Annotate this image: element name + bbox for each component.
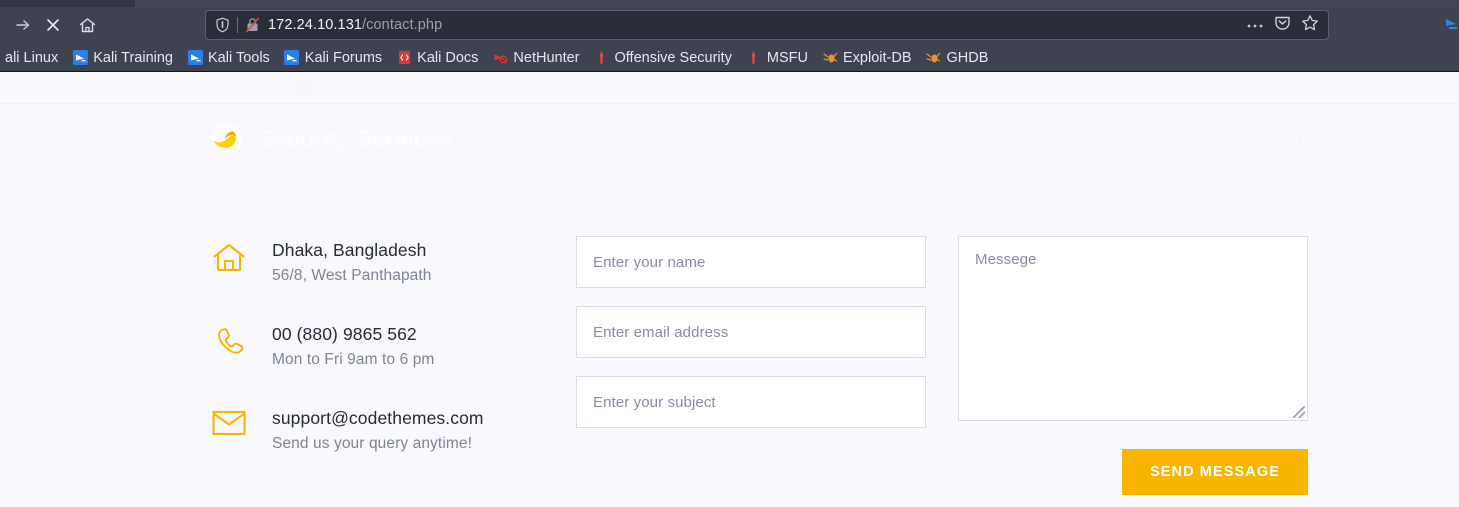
pocket-icon[interactable] [1274,14,1291,36]
browser-chrome: 172.24.10.131/contact.php ali Linux Kali… [0,0,1459,72]
nav-item-home[interactable]: HOME [771,132,818,148]
subject-input[interactable]: Enter your subject [576,376,926,428]
contact-info-subtitle: Mon to Fri 9am to 6 pm [272,351,435,368]
exploitdb-icon [822,50,838,66]
bookmark-label: MSFU [766,49,808,66]
contact-info-title: 00 (880) 9865 562 [272,324,417,344]
nav-item-blog[interactable]: BLOG [1179,132,1223,148]
brand-name: Security Services [258,126,454,153]
nav-item-service[interactable]: SERVICE [982,132,1051,148]
contact-info-title: support@codethemes.com [272,408,484,428]
circle-logo-icon [210,121,244,160]
dribbble-icon[interactable] [296,80,311,95]
bookmark-kali-forums[interactable]: Kali Forums [277,48,389,68]
bookmark-kali-docs[interactable]: Kali Docs [389,48,485,68]
facebook-icon[interactable] [222,80,233,96]
message-placeholder: Messege [975,251,1037,268]
forward-arrow-icon[interactable] [8,10,38,40]
bookmark-kali-tools[interactable]: Kali Tools [180,48,277,68]
url-text[interactable]: 172.24.10.131/contact.php [260,17,1238,33]
kali-docs-icon [396,50,412,66]
contact-section: Dhaka, Bangladesh 56/8, West Panthapath … [0,176,1459,495]
navigation-toolbar: 172.24.10.131/contact.php [0,7,1459,43]
bookmark-kali-linux[interactable]: ali Linux [0,48,65,68]
kali-dragon-icon [72,50,88,66]
ghdb-icon [926,50,942,66]
topbar-account-link[interactable]: Register / Login [1236,80,1339,96]
bookmark-label: Offensive Security [614,49,732,66]
social-links: Be [222,80,350,96]
nav-item-contact[interactable]: CONTACT [1264,132,1339,148]
twitter-icon[interactable] [257,80,272,95]
contact-info-phone: 00 (880) 9865 562 Mon to Fri 9am to 6 pm [210,324,576,369]
bookmark-label: GHDB [946,49,989,66]
name-input[interactable]: Enter your name [576,236,926,288]
bookmark-label: ali Linux [5,49,59,66]
bookmark-label: Kali Forums [304,49,383,66]
bookmark-label: Kali Training [93,49,173,66]
bookmark-msfu[interactable]: MSFU [739,48,815,68]
bookmark-label: Exploit-DB [843,49,912,66]
star-icon[interactable] [1301,14,1319,37]
urlbar-divider [237,17,238,33]
textarea-resize-handle[interactable] [1293,406,1305,418]
contact-info-title: Dhaka, Bangladesh [272,240,427,260]
main-nav: HOME ABOUT US SERVICE TEAM BLOG CONTACT [771,132,1339,148]
bookmark-nethunter[interactable]: NetHunter [485,48,586,68]
message-textarea[interactable]: Messege [958,236,1308,421]
contact-form-right: Messege SEND MESSAGE [958,236,1310,495]
metasploit-icon [746,50,762,66]
phone-outline-icon [210,324,248,358]
topbar-right: +880 012 3654 896 Register / Login [1084,80,1339,96]
bookmark-label: Kali Docs [417,49,479,66]
nav-item-team[interactable]: TEAM [1093,132,1136,148]
kali-dragon-icon [187,50,203,66]
bookmark-exploit-db[interactable]: Exploit-DB [815,48,919,68]
contact-info-subtitle: Send us your query anytime! [272,435,472,452]
home-outline-icon [210,240,248,274]
bookmarks-bar: ali Linux Kali Training Kali Tools Kali … [0,43,1459,72]
nav-item-about-us[interactable]: ABOUT US [860,132,940,148]
bookmark-offensive-security[interactable]: Offensive Security [587,48,739,68]
page-content: Be +880 012 3654 896 Register / Login Se… [0,72,1459,507]
envelope-outline-icon [210,408,248,436]
ellipsis-icon[interactable] [1246,16,1264,34]
nethunter-icon [492,50,508,66]
contact-info-subtitle: 56/8, West Panthapath [272,267,432,284]
contact-info-address: Dhaka, Bangladesh 56/8, West Panthapath [210,240,576,285]
email-input[interactable]: Enter email address [576,306,926,358]
send-message-button[interactable]: SEND MESSAGE [1122,449,1308,495]
bookmark-ghdb[interactable]: GHDB [919,48,996,68]
shield-icon[interactable] [215,17,230,33]
active-tab[interactable] [135,0,1459,7]
bookmark-kali-training[interactable]: Kali Training [65,48,180,68]
kali-dragon-icon [284,50,300,66]
bookmark-label: Kali Tools [208,49,270,66]
bookmark-label: NetHunter [513,49,580,66]
behance-icon[interactable]: Be [335,81,350,95]
brand[interactable]: Security Services [210,121,453,160]
site-header: Security Services HOME ABOUT US SERVICE … [0,104,1459,176]
contact-info-list: Dhaka, Bangladesh 56/8, West Panthapath … [210,236,576,495]
kali-dragon-icon [1435,13,1457,35]
contact-form-left: Enter your name Enter email address Ente… [576,236,928,495]
contact-info-email: support@codethemes.com Send us your quer… [210,408,576,453]
tab-strip [0,0,1459,7]
site-topbar: Be +880 012 3654 896 Register / Login [0,72,1459,104]
home-icon[interactable] [72,10,102,40]
stop-x-icon[interactable] [38,10,68,40]
topbar-phone[interactable]: +880 012 3654 896 [1084,80,1210,96]
broken-padlock-icon[interactable] [245,17,260,33]
address-bar[interactable]: 172.24.10.131/contact.php [205,10,1329,40]
offsec-icon [594,50,610,66]
